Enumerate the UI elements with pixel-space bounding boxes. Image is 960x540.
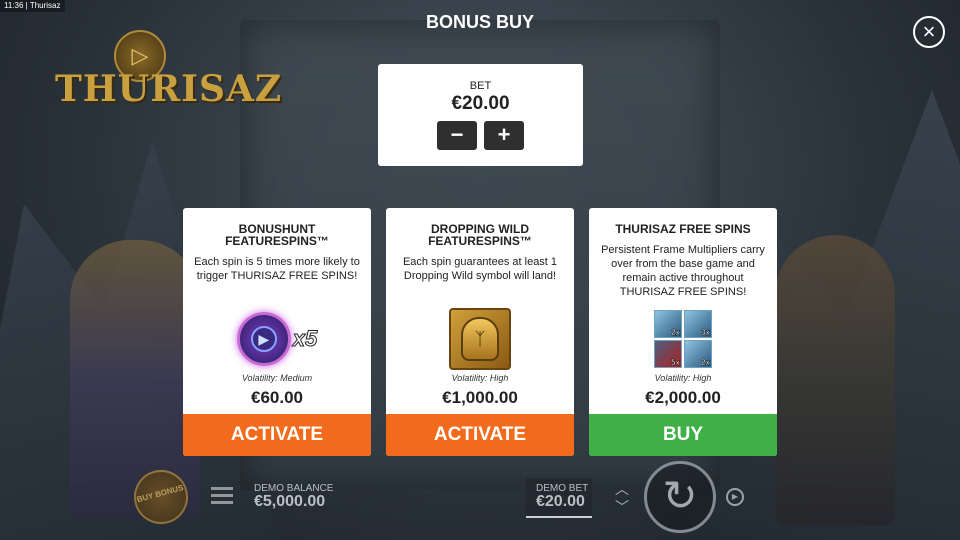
increase-bet-button[interactable]: + — [484, 121, 524, 150]
card-art: ᛉ — [386, 304, 574, 374]
card-art: ▶ x5 — [183, 304, 371, 374]
frame-multiplier: 3x — [701, 328, 710, 337]
balance-value: €5,000.00 — [254, 493, 326, 510]
close-button[interactable]: × — [913, 16, 945, 48]
logo-text: THURISAZ — [55, 68, 283, 110]
frame-multiplier: 2x — [671, 328, 680, 337]
multiplier-label: x5 — [292, 326, 318, 352]
spin-button[interactable]: ↻ — [644, 461, 716, 533]
card-volatility: Volatility: High — [654, 373, 712, 383]
close-icon: × — [922, 19, 936, 44]
spin-icon: ↻ — [662, 472, 698, 519]
bonus-card-dropping-wild: DROPPING WILD FEATURESPINS™ Each spin gu… — [386, 208, 574, 456]
bonus-rune-icon: ▶ — [236, 312, 291, 366]
status-app-name: Thurisaz — [29, 1, 61, 10]
bet-value: €20.00 — [451, 93, 510, 114]
decrease-bet-button[interactable]: − — [437, 121, 477, 150]
frame-multiplier: 2x — [701, 358, 710, 367]
card-title: THURISAZ FREE SPINS — [615, 222, 751, 236]
card-title: DROPPING WILD FEATURESPINS™ — [428, 222, 532, 248]
status-time: 11:36 — [4, 1, 24, 10]
chevron-up-down-icon[interactable]: ︿ ﹀ — [615, 480, 629, 516]
bonus-card-bonushunt: BONUSHUNT FEATURESPINS™ Each spin is 5 t… — [183, 208, 371, 456]
bonus-card-free-spins: THURISAZ FREE SPINS Persistent Frame Mul… — [589, 208, 777, 456]
card-description: Persistent Frame Multipliers carry over … — [601, 244, 765, 298]
card-description: Each spin is 5 times more likely to trig… — [194, 256, 360, 282]
card-description: Each spin guarantees at least 1 Dropping… — [402, 256, 558, 282]
bet-label: BET — [469, 80, 492, 92]
card-price: €2,000.00 — [645, 388, 721, 407]
menu-icon[interactable] — [211, 487, 233, 508]
wild-symbol-icon: ᛉ — [449, 308, 511, 370]
activate-button-dropping-wild[interactable]: ACTIVATE — [386, 414, 574, 456]
game-logo: ▷ THURISAZ — [55, 30, 283, 120]
card-price: €1,000.00 — [442, 388, 518, 407]
buy-button-free-spins[interactable]: BUY — [589, 414, 777, 456]
card-volatility: Volatility: Medium — [241, 373, 313, 383]
hud-bet-value: €20.00 — [536, 493, 585, 510]
status-bar: 11:36 | Thurisaz — [0, 0, 65, 12]
card-title: BONUSHUNT FEATURESPINS™ — [225, 222, 329, 248]
bet-panel: BET €20.00 − + — [378, 64, 583, 166]
card-art: 2x 3x 5x 2x — [589, 304, 777, 374]
autoplay-icon[interactable]: ▶ — [726, 488, 744, 506]
frame-multiplier-grid-icon: 2x 3x 5x 2x — [654, 310, 712, 368]
card-price: €60.00 — [251, 388, 303, 407]
card-volatility: Volatility: High — [451, 373, 509, 383]
frame-multiplier: 5x — [671, 358, 680, 367]
activate-button-bonushunt[interactable]: ACTIVATE — [183, 414, 371, 456]
background-character-warrior — [775, 235, 895, 525]
page-title: BONUS BUY — [425, 12, 534, 32]
